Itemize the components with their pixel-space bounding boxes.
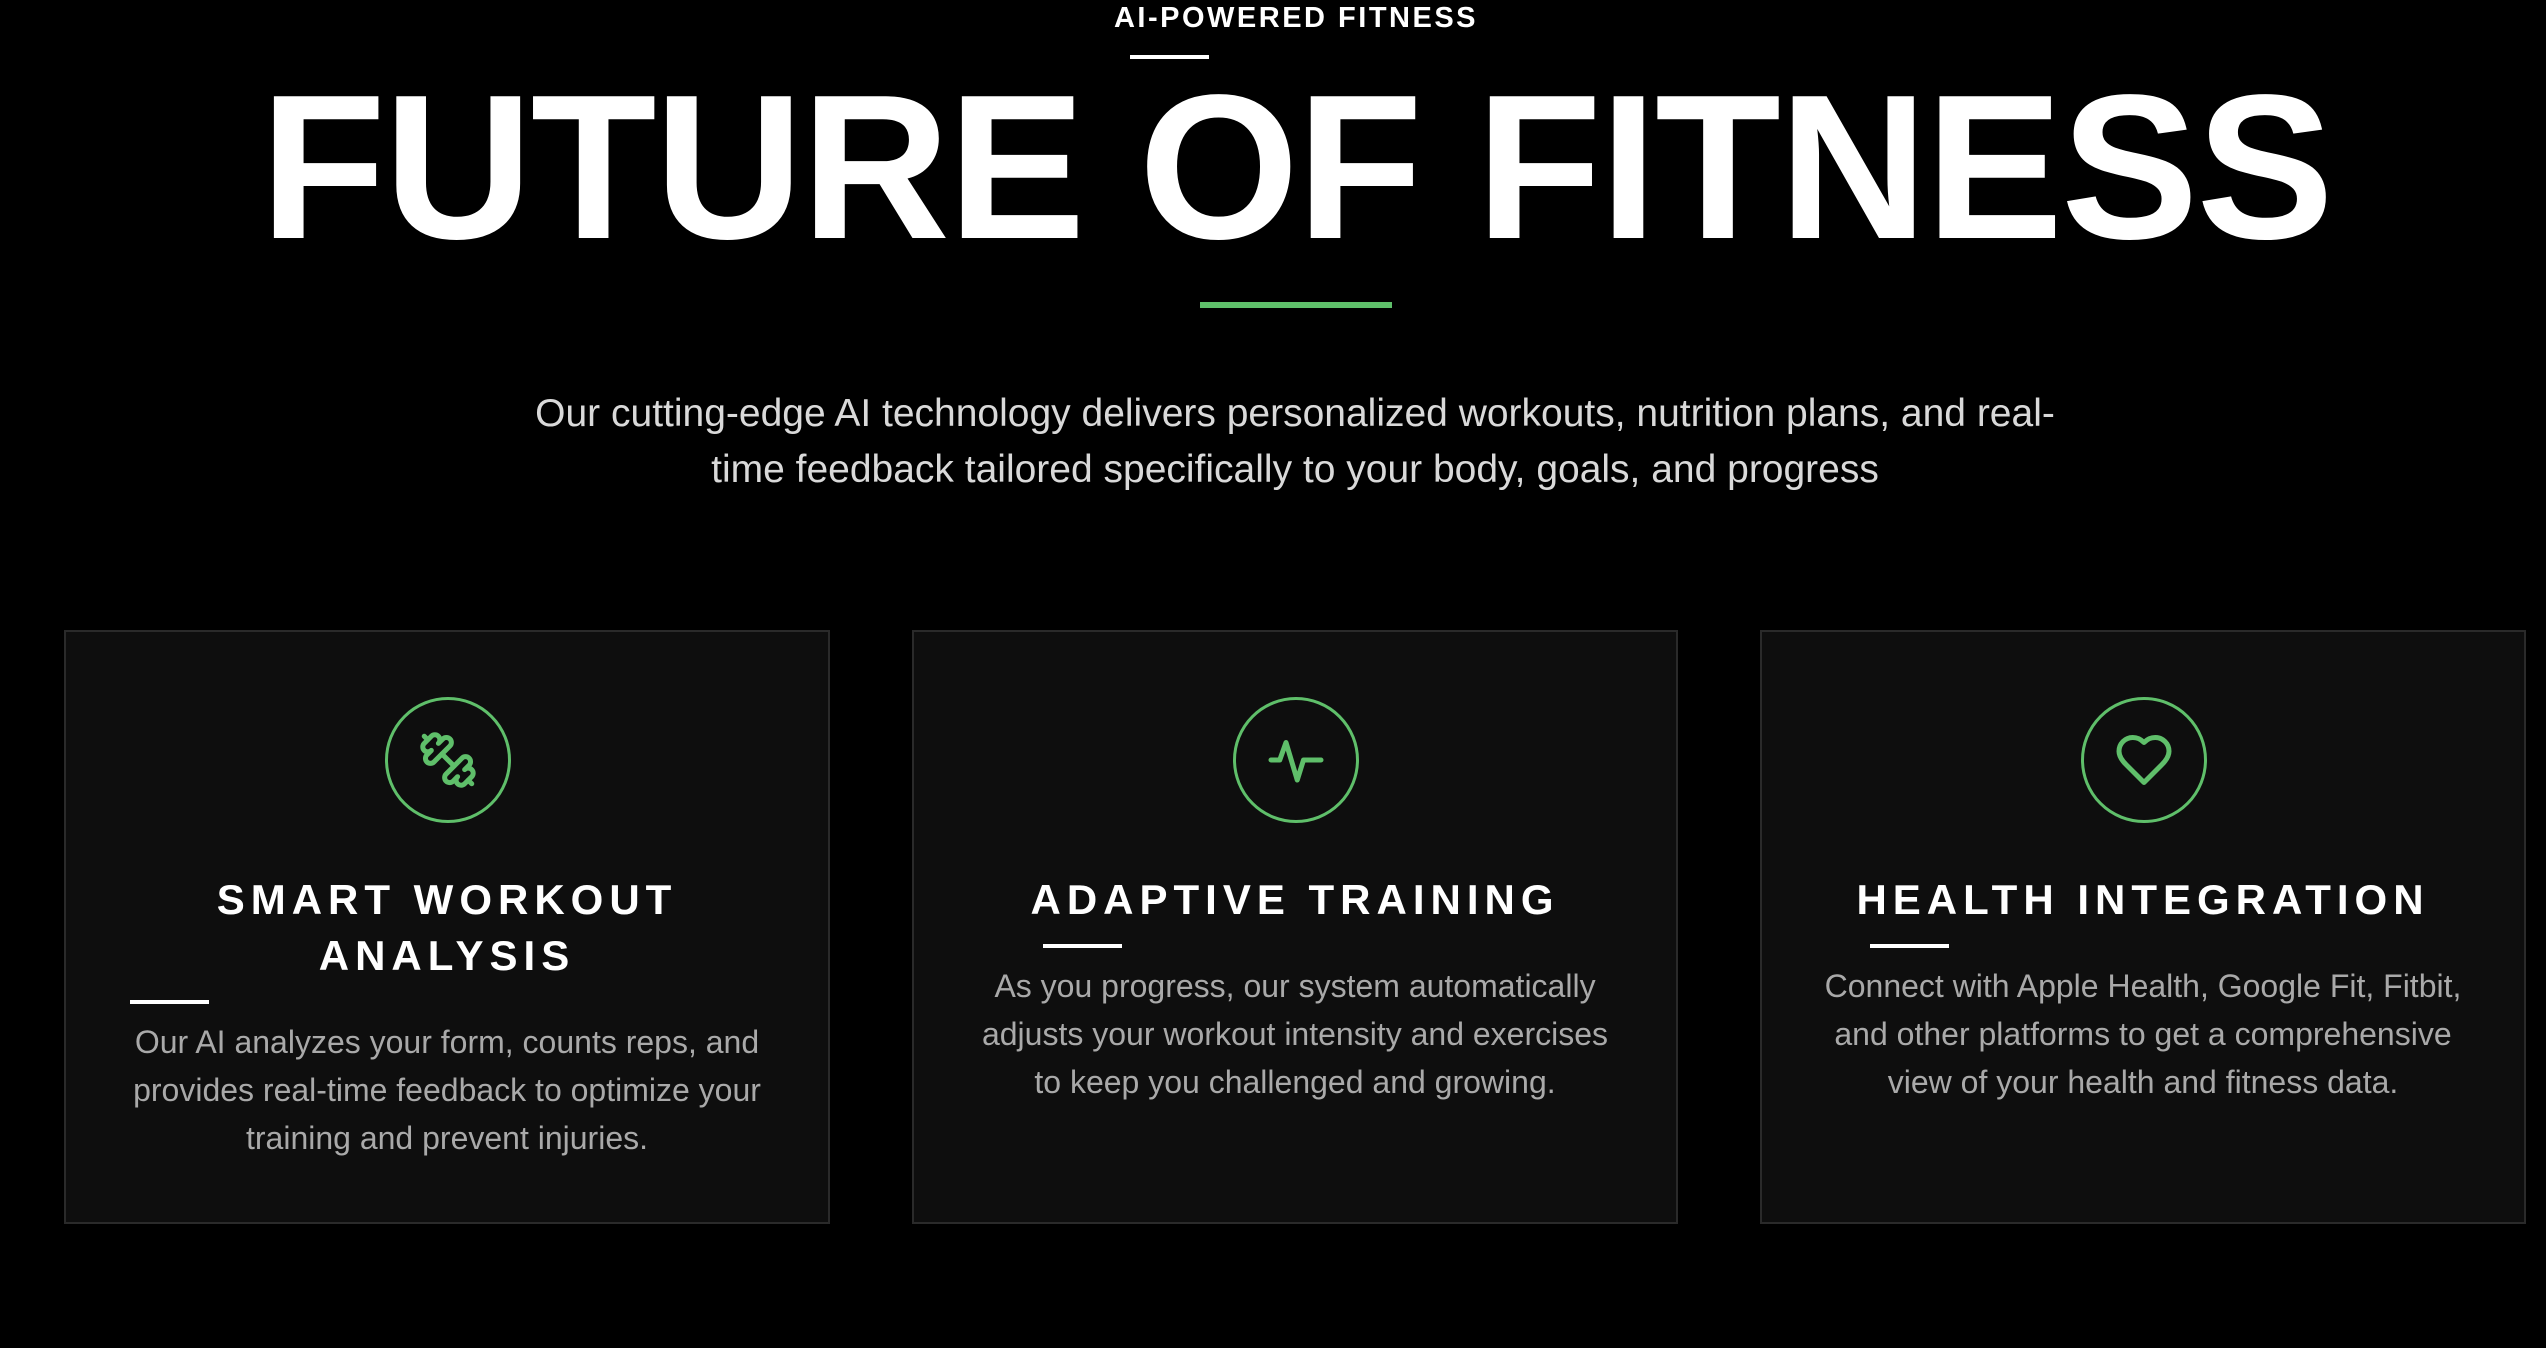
feature-description: Connect with Apple Health, Google Fit, F… [1824,968,2462,1100]
feature-title-divider [1870,944,1949,948]
feature-icon-badge [1233,697,1359,823]
heart-icon [2116,735,2172,785]
eyebrow-label: AI-POWERED FITNESS [1113,2,1478,34]
dumbbell-icon [420,732,476,788]
feature-title-divider [130,1000,209,1004]
activity-pulse-icon [1268,740,1324,783]
feature-card-health-integration: HEALTH INTEGRATION Connect with Apple He… [1760,630,2526,1224]
feature-title: ADAPTIVE TRAINING [1030,876,1560,923]
feature-title: SMART WORKOUT ANALYSIS [216,876,678,979]
feature-title: HEALTH INTEGRATION [1856,876,2430,923]
hero-title: FUTURE OF FITNESS [260,52,2334,282]
feature-icon-badge [385,697,511,823]
hero-description: Our cutting-edge AI technology delivers … [535,392,2055,491]
feature-card-smart-workout-analysis: SMART WORKOUT ANALYSIS Our AI analyzes y… [64,630,830,1224]
features-section: AI-POWERED FITNESS FUTURE OF FITNESS Our… [0,0,2546,1348]
feature-title-divider [1043,944,1122,948]
feature-icon-badge [2081,697,2207,823]
feature-card-adaptive-training: ADAPTIVE TRAINING As you progress, our s… [912,630,1678,1224]
hero-accent-divider [1200,302,1392,308]
feature-description: Our AI analyzes your form, counts reps, … [133,1024,761,1156]
feature-description: As you progress, our system automaticall… [981,968,1609,1100]
